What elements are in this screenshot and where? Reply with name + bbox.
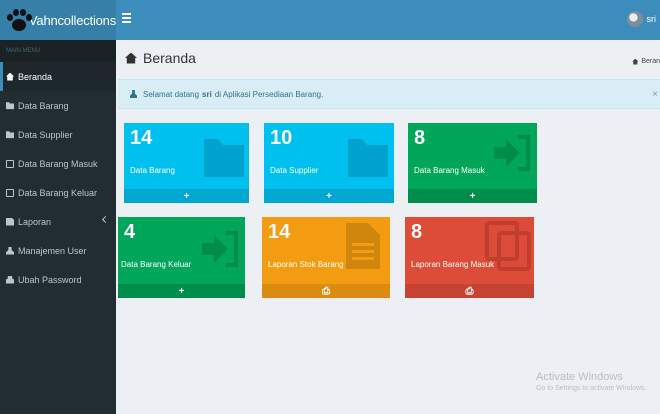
- file-icon: [6, 159, 14, 168]
- user-icon: [6, 246, 14, 255]
- sidebar-item-beranda[interactable]: Beranda: [0, 62, 116, 91]
- box-label: Data Barang Keluar: [121, 260, 192, 269]
- sidebar-item-label: Ubah Password: [18, 274, 82, 285]
- sign-in-icon: [202, 231, 238, 267]
- box-data-barang-keluar: 4 Data Barang Keluar +: [118, 217, 245, 298]
- box-count: 8: [414, 127, 426, 149]
- sidebar-item-data-supplier[interactable]: Data Supplier: [0, 120, 116, 149]
- chevron-left-icon: [101, 215, 110, 224]
- box-count: 10: [270, 127, 293, 149]
- print-icon: ⎙: [465, 285, 474, 297]
- sidebar-menu-header: MAIN MENU: [0, 40, 116, 62]
- file-icon: [6, 188, 14, 197]
- breadcrumb[interactable]: Beran: [632, 58, 660, 65]
- app-logo[interactable]: Vahncollections: [0, 0, 116, 40]
- home-icon: [6, 72, 14, 81]
- avatar: [626, 11, 643, 27]
- box-footer-button[interactable]: ⎙: [262, 284, 390, 298]
- sidebar-item-ubah-password[interactable]: Ubah Password: [0, 265, 116, 294]
- activate-windows-watermark: Activate Windows Go to Settings to activ…: [536, 371, 647, 392]
- sidebar-item-label: Data Barang Keluar: [18, 187, 98, 198]
- top-navbar: sri: [116, 0, 660, 40]
- watermark-subtitle: Go to Settings to activate Windows.: [536, 385, 647, 392]
- lock-icon: [6, 275, 14, 284]
- sidebar-item-label: Data Barang: [18, 100, 69, 111]
- folder-icon: [6, 131, 14, 139]
- document-icon: [6, 217, 14, 226]
- sidebar-toggle-icon[interactable]: [122, 13, 131, 23]
- sign-in-icon: [494, 135, 530, 171]
- sidebar-item-manajemen-user[interactable]: Manajemen User: [0, 236, 116, 265]
- box-data-barang: 14 Data Barang +: [124, 123, 249, 203]
- folder-icon: [204, 139, 244, 177]
- box-data-barang-masuk: 8 Data Barang Masuk +: [408, 123, 537, 203]
- watermark-title: Activate Windows: [536, 371, 623, 383]
- box-footer-button[interactable]: +: [118, 284, 245, 298]
- box-footer-button[interactable]: +: [264, 189, 394, 203]
- welcome-alert: Selamat datang sri di Aplikasi Persediaa…: [118, 79, 660, 109]
- alert-user: sri: [202, 89, 212, 99]
- page-title-text: Beranda: [143, 50, 196, 66]
- alert-suffix: di Aplikasi Persediaan Barang.: [214, 89, 324, 99]
- breadcrumb-label: Beran: [641, 58, 660, 65]
- sidebar-item-label: Laporan: [18, 216, 52, 227]
- box-label: Data Supplier: [270, 166, 319, 175]
- box-count: 14: [268, 221, 291, 243]
- home-icon: [125, 52, 137, 64]
- sidebar: MAIN MENU Beranda Data Barang Data Suppl…: [0, 40, 116, 414]
- user-name: sri: [646, 14, 657, 24]
- box-label: Data Barang: [130, 166, 175, 175]
- sidebar-item-data-barang-masuk[interactable]: Data Barang Masuk: [0, 149, 116, 178]
- sidebar-item-label: Beranda: [18, 71, 53, 82]
- paw-logo-icon: [4, 5, 32, 35]
- plus-icon: +: [183, 190, 190, 202]
- folder-icon: [6, 102, 14, 110]
- content-header: Beranda Beran: [116, 40, 660, 74]
- file-text-icon: [346, 223, 380, 269]
- box-label: Data Barang Masuk: [414, 166, 485, 175]
- sidebar-item-laporan[interactable]: Laporan: [0, 207, 116, 236]
- sidebar-item-label: Data Supplier: [18, 129, 73, 140]
- print-icon: ⎙: [322, 285, 330, 297]
- sidebar-item-label: Manajemen User: [18, 245, 87, 256]
- box-footer-button[interactable]: +: [408, 189, 537, 203]
- sidebar-item-data-barang-keluar[interactable]: Data Barang Keluar: [0, 178, 116, 207]
- box-count: 14: [130, 127, 153, 149]
- main-header: Vahncollections sri: [0, 0, 660, 40]
- app-title: Vahncollections: [28, 12, 116, 28]
- box-laporan-stok-barang: 14 Laporan Stok Barang ⎙: [262, 217, 390, 298]
- box-data-supplier: 10 Data Supplier +: [264, 123, 394, 203]
- box-label: Laporan Stok Barang: [268, 260, 344, 269]
- sidebar-item-label: Data Barang Masuk: [18, 158, 98, 169]
- page-title: Beranda: [125, 50, 196, 66]
- sidebar-item-data-barang[interactable]: Data Barang: [0, 91, 116, 120]
- plus-icon: +: [326, 190, 332, 202]
- box-footer-button[interactable]: ⎙: [405, 284, 534, 298]
- box-footer-button[interactable]: +: [124, 189, 249, 203]
- user-icon: [130, 90, 137, 98]
- box-label: Laporan Barang Masuk: [411, 260, 495, 269]
- folder-icon: [348, 139, 388, 177]
- user-menu[interactable]: sri: [626, 11, 657, 27]
- box-count: 8: [411, 221, 423, 243]
- home-icon: [632, 58, 639, 65]
- box-count: 4: [124, 221, 136, 243]
- alert-prefix: Selamat datang: [143, 89, 200, 99]
- plus-icon: +: [469, 190, 476, 202]
- plus-icon: +: [178, 285, 185, 297]
- close-icon[interactable]: ×: [652, 89, 658, 100]
- box-laporan-barang-masuk: 8 Laporan Barang Masuk ⎙: [405, 217, 534, 298]
